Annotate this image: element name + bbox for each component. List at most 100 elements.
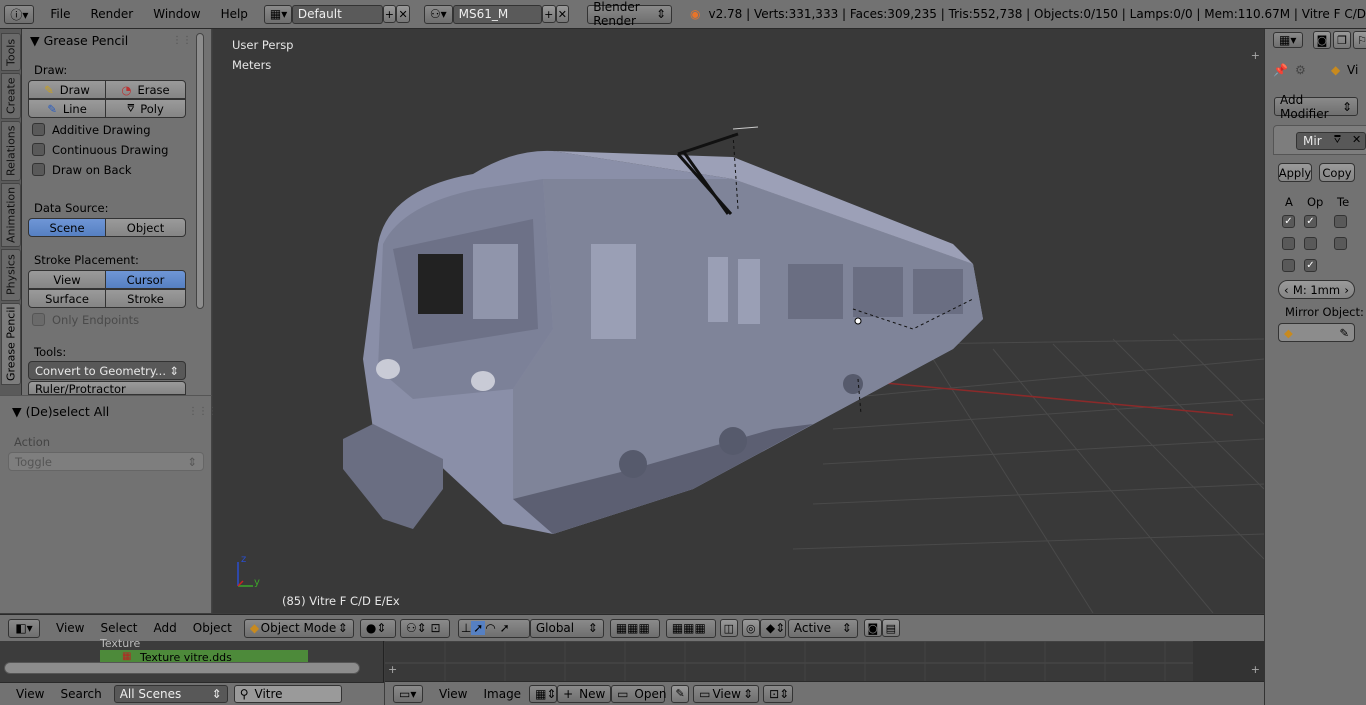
render-tab-icon[interactable]: ◙ xyxy=(1313,31,1331,49)
tab-relations[interactable]: Relations xyxy=(1,121,21,181)
axis-x-checkbox[interactable]: ✓ xyxy=(1282,215,1295,228)
ruler-protractor-button[interactable]: Ruler/Protractor xyxy=(28,381,186,395)
clipping-checkbox[interactable] xyxy=(1304,237,1317,250)
poly-button[interactable]: ⩢ Poly xyxy=(105,99,186,118)
menu-add[interactable]: Add xyxy=(146,621,185,635)
cube-icon: ◧▾ xyxy=(15,621,33,635)
proportional-edit-icon[interactable]: ◎ xyxy=(741,619,760,637)
erase-button[interactable]: ◔ Erase xyxy=(105,80,186,99)
orientation-select[interactable]: Global ⇕ xyxy=(529,618,604,638)
convert-to-geometry-select[interactable]: Convert to Geometry... ⇕ xyxy=(28,361,186,380)
3d-cursor[interactable] xyxy=(854,317,862,325)
continuous-drawing-checkbox[interactable] xyxy=(32,143,45,156)
scene-source-button[interactable]: Scene xyxy=(28,218,106,237)
tab-grease-pencil[interactable]: Grease Pencil xyxy=(1,303,21,385)
view-placement-button[interactable]: View xyxy=(28,270,106,289)
scene-icon[interactable]: ⚇▾ xyxy=(423,4,453,24)
axis-z-checkbox[interactable] xyxy=(1282,259,1295,272)
menu-image[interactable]: Image xyxy=(475,687,529,701)
add-region-icon-right[interactable]: + xyxy=(1251,663,1260,676)
remove-scene-icon[interactable]: ✕ xyxy=(555,5,570,23)
vertex-icon[interactable]: ⩢ xyxy=(1334,133,1341,147)
menu-search[interactable]: Search xyxy=(52,687,109,701)
draw-on-back-checkbox[interactable] xyxy=(32,163,45,176)
menu-help[interactable]: Help xyxy=(211,7,258,21)
menu-view[interactable]: View xyxy=(48,621,92,635)
props-editor-type[interactable]: ▦▾ xyxy=(1273,32,1303,48)
object-source-button[interactable]: Object xyxy=(105,218,186,237)
display-mode-select[interactable]: All Scenes ⇕ xyxy=(113,685,228,703)
editor-type-button[interactable]: ◧▾ xyxy=(8,618,40,638)
menu-object[interactable]: Object xyxy=(185,621,240,635)
mirror-object-field[interactable]: ◆ ✎ xyxy=(1278,323,1355,342)
texture-v-checkbox[interactable] xyxy=(1334,237,1347,250)
axis-y-checkbox[interactable] xyxy=(1282,237,1295,250)
outliner-row-texture[interactable]: Texture xyxy=(100,637,140,650)
line-button[interactable]: ✎ Line xyxy=(28,99,106,118)
image-editor[interactable]: + + ▭▾ View Image ▦⇕ + New ▭ Open ✎ ▭ View ⇕… xyxy=(385,641,1264,705)
scene-tab-icon[interactable]: ⚐ xyxy=(1353,31,1366,49)
image-browse-button[interactable]: ▦⇕ xyxy=(529,684,558,703)
search-field[interactable]: ⚲ Vitre xyxy=(233,685,342,703)
mode-select[interactable]: ▭ View ⇕ xyxy=(693,684,760,703)
layers-grid-1[interactable]: ▦▦▦ xyxy=(609,618,660,638)
shading-select[interactable]: ●⇕ xyxy=(359,618,396,638)
panel-header[interactable]: ▼ Grease Pencil xyxy=(30,33,128,48)
render-engine-select[interactable]: Blender Render ⇕ xyxy=(587,0,673,28)
editor-type-button[interactable]: ▭▾ xyxy=(393,684,423,703)
pivot-select[interactable]: ⊡⇕ xyxy=(763,684,794,703)
lock-layers-icon[interactable]: ◫ xyxy=(719,619,738,637)
3d-viewport[interactable]: User Persp Meters (85) Vitre F C/D E/Ex … xyxy=(213,29,1264,613)
screen-layout-icon[interactable]: ▦▾ xyxy=(263,4,292,24)
pin-image-icon[interactable]: ✎ xyxy=(671,684,690,703)
stroke-placement-button[interactable]: Stroke xyxy=(105,289,186,308)
merge-distance-field[interactable]: ‹ M: 1mm › xyxy=(1278,280,1355,299)
close-icon[interactable]: ✕ xyxy=(1352,133,1361,146)
texture-u-checkbox[interactable] xyxy=(1334,215,1347,228)
apply-button[interactable]: Apply xyxy=(1278,163,1312,182)
manipulator-group[interactable]: ⊥ ➚ ◠ ➚ xyxy=(457,618,530,638)
cursor-placement-button[interactable]: Cursor xyxy=(105,270,186,289)
menu-select[interactable]: Select xyxy=(92,621,145,635)
editor-type-button[interactable]: ⓘ▾ xyxy=(4,4,35,24)
action-select[interactable]: Toggle ⇕ xyxy=(8,452,204,471)
new-image-button[interactable]: + New xyxy=(557,684,612,703)
snap-target-select[interactable]: Active ⇕ xyxy=(787,618,858,638)
add-screen-icon[interactable]: + xyxy=(382,5,397,23)
tab-create[interactable]: Create xyxy=(1,73,21,119)
outliner-h-scrollbar[interactable] xyxy=(4,662,360,674)
tab-tools[interactable]: Tools xyxy=(1,33,21,71)
merge-checkbox[interactable]: ✓ xyxy=(1304,215,1317,228)
tab-animation[interactable]: Animation xyxy=(1,183,21,247)
remove-screen-icon[interactable]: ✕ xyxy=(396,5,410,23)
menu-file[interactable]: File xyxy=(40,7,80,21)
menu-view[interactable]: View xyxy=(431,687,475,701)
render-image-icon[interactable]: ◙ xyxy=(863,619,882,637)
additive-drawing-checkbox[interactable] xyxy=(32,123,45,136)
snap-element-select[interactable]: ◆⇕ xyxy=(759,618,786,638)
surface-placement-button[interactable]: Surface xyxy=(28,289,106,308)
scene-field[interactable]: MS61_M xyxy=(452,4,542,24)
operator-header[interactable]: ▼ (De)select All xyxy=(12,404,109,419)
copy-button[interactable]: Copy xyxy=(1319,163,1355,182)
panel-scrollbar[interactable] xyxy=(196,33,204,309)
layers-tab-icon[interactable]: ❐ xyxy=(1333,31,1351,49)
only-endpoints-checkbox[interactable] xyxy=(32,313,45,326)
mode-select[interactable]: ◆ Object Mode ⇕ xyxy=(243,618,354,638)
menu-render[interactable]: Render xyxy=(81,7,144,21)
open-image-button[interactable]: ▭ Open xyxy=(611,684,666,703)
pin-icon[interactable]: 📌 xyxy=(1273,63,1288,77)
menu-view[interactable]: View xyxy=(8,687,52,701)
layers-grid-2[interactable]: ▦▦▦ xyxy=(665,618,716,638)
screen-layout-field[interactable]: Default xyxy=(291,4,383,24)
render-animation-icon[interactable]: ▤ xyxy=(881,619,900,637)
add-region-icon[interactable]: + xyxy=(388,663,397,676)
menu-window[interactable]: Window xyxy=(143,7,210,21)
pivot-select[interactable]: ⚇⇕ ⊡ xyxy=(399,618,450,638)
add-modifier-button[interactable]: Add Modifier ⇕ xyxy=(1274,93,1358,121)
eyedropper-icon[interactable]: ✎ xyxy=(1339,326,1349,340)
tab-physics[interactable]: Physics xyxy=(1,249,21,301)
draw-button[interactable]: ✎ Draw xyxy=(28,80,106,99)
add-scene-icon[interactable]: + xyxy=(541,5,556,23)
vertex-groups-checkbox[interactable]: ✓ xyxy=(1304,259,1317,272)
